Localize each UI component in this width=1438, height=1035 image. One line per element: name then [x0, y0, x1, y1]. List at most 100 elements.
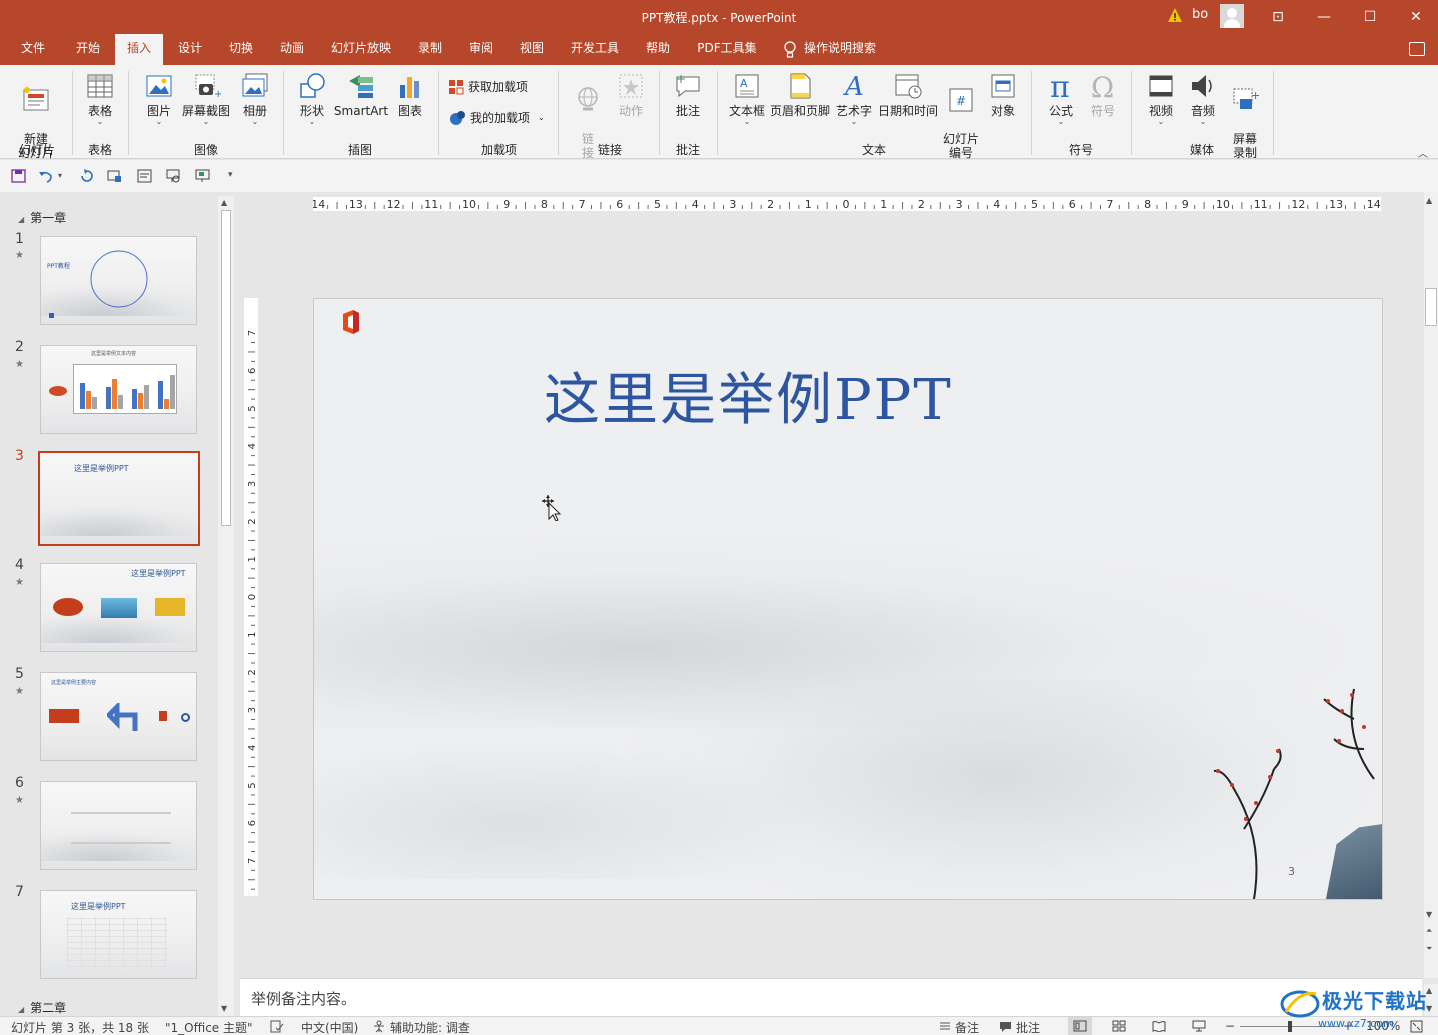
accessibility-status[interactable]: 辅助功能: 调查	[390, 1019, 470, 1035]
screenshot-button[interactable]: + 屏幕截图 ⌄	[180, 71, 232, 126]
scroll-up-arrow-icon[interactable]: ▲	[221, 198, 227, 207]
editor-scrollbar[interactable]: ▲ ▼ ⏶ ⏷	[1424, 192, 1438, 978]
tab-animations[interactable]: 动画	[268, 34, 316, 65]
slide-thumbnail-1[interactable]: PPT教程	[40, 236, 197, 325]
redo-icon[interactable]	[79, 169, 94, 183]
watermark-brand: 极光下载站	[1322, 989, 1427, 1013]
scroll-up-arrow-icon[interactable]: ▲	[1426, 196, 1432, 205]
slide-thumbnail-6[interactable]	[40, 781, 197, 870]
slideshow-view-icon[interactable]	[1192, 1020, 1206, 1032]
table-button[interactable]: 表格 ⌄	[78, 71, 122, 126]
tab-design[interactable]: 设计	[166, 34, 214, 65]
collapse-triangle-icon[interactable]: ◢	[18, 1005, 24, 1014]
slide-canvas[interactable]: 这里是举例PPT 3	[313, 298, 1383, 900]
group-separator	[717, 71, 718, 155]
symbol-button[interactable]: Ω 符号	[1082, 71, 1124, 118]
presenter-icon[interactable]	[166, 169, 181, 183]
tell-me-search[interactable]: 操作说明搜索	[804, 34, 888, 65]
undo-icon[interactable]	[38, 169, 53, 183]
chart-button[interactable]: 图表	[392, 71, 428, 118]
date-time-button[interactable]: 日期和时间	[876, 71, 940, 118]
slide-thumbnail-2[interactable]: 这里是举例文本内容	[40, 345, 197, 434]
textbox-button[interactable]: A 文本框 ⌄	[726, 71, 768, 126]
tab-help[interactable]: 帮助	[634, 34, 682, 65]
accessibility-icon[interactable]	[372, 1020, 386, 1033]
avatar[interactable]	[1220, 4, 1244, 28]
object-button[interactable]: 对象	[984, 71, 1022, 118]
slide-thumbnail-4[interactable]: 这里是举例PPT	[40, 563, 197, 652]
scroll-down-arrow-icon[interactable]: ▼	[221, 1004, 227, 1013]
zoom-out-button[interactable]: −	[1225, 1019, 1235, 1033]
audio-button[interactable]: 音频 ⌄	[1182, 71, 1224, 126]
notes-icon[interactable]	[939, 1021, 951, 1032]
comment-icon[interactable]	[999, 1021, 1012, 1033]
tab-record[interactable]: 录制	[406, 34, 454, 65]
save-icon[interactable]	[11, 169, 26, 183]
tab-pdf-tools[interactable]: PDF工具集	[688, 34, 766, 65]
previous-slide-icon[interactable]: ⏶	[1426, 926, 1432, 936]
comments-toggle-button[interactable]: 批注	[1016, 1019, 1040, 1035]
wordart-button[interactable]: A 艺术字 ⌄	[832, 71, 876, 126]
user-name[interactable]: bo	[1192, 7, 1208, 22]
ruler-tick-label: 9	[1182, 198, 1189, 211]
customize-toolbar-icon[interactable]: ▾	[228, 170, 243, 184]
tab-insert[interactable]: 插入	[115, 34, 163, 65]
tab-view[interactable]: 视图	[508, 34, 556, 65]
my-addins-button[interactable]: 我的加载项 ⌄	[450, 110, 550, 126]
wordart-icon: A	[843, 72, 864, 101]
notes-toggle-button[interactable]: 备注	[955, 1019, 979, 1035]
action-button[interactable]: 动作	[612, 71, 650, 118]
next-slide-icon[interactable]: ⏷	[1426, 944, 1432, 954]
close-button[interactable]: ✕	[1393, 0, 1438, 34]
slide-thumbnail-7[interactable]: 这里是举例PPT	[40, 890, 197, 979]
section-header-2[interactable]: ◢ 第二章	[18, 999, 66, 1016]
fit-to-window-icon[interactable]	[1410, 1020, 1423, 1033]
spelling-check-icon[interactable]	[270, 1020, 284, 1033]
tab-file[interactable]: 文件	[10, 34, 56, 65]
get-addins-button[interactable]: 获取加载项	[448, 79, 548, 95]
mist-background	[314, 739, 814, 879]
video-button[interactable]: 视频 ⌄	[1140, 71, 1182, 126]
tab-transitions[interactable]: 切换	[217, 34, 265, 65]
picture-button[interactable]: 图片 ⌄	[138, 71, 180, 126]
smartart-button[interactable]: SmartArt	[332, 71, 390, 118]
zoom-slider-thumb[interactable]	[1288, 1021, 1292, 1032]
shapes-button[interactable]: 形状 ⌄	[290, 71, 334, 126]
warning-icon[interactable]	[1167, 7, 1183, 23]
comments-pane-icon[interactable]	[1409, 42, 1425, 56]
smartart-icon	[349, 75, 373, 98]
language-status[interactable]: 中文(中国)	[301, 1019, 358, 1035]
slide-sorter-icon[interactable]	[1112, 1020, 1126, 1032]
slide-title[interactable]: 这里是举例PPT	[544, 355, 953, 436]
ribbon-display-button[interactable]: ⊡	[1255, 0, 1301, 34]
notes-pane[interactable]: 举例备注内容。	[240, 978, 1422, 1016]
section-header-1[interactable]: ◢ 第一章	[18, 209, 66, 226]
maximize-button[interactable]: ☐	[1347, 0, 1393, 34]
slide-thumbnail-3[interactable]: 这里是举例PPT	[38, 451, 200, 546]
thumbnail-scrollbar[interactable]: ▲ ▼	[218, 196, 234, 1016]
chevron-down-icon[interactable]: ▾	[58, 171, 73, 185]
photo-album-button[interactable]: 相册 ⌄	[234, 71, 276, 126]
screen-icon[interactable]	[195, 169, 210, 183]
scrollbar-thumb[interactable]	[221, 210, 231, 526]
from-beginning-icon[interactable]	[107, 169, 122, 183]
slide-thumbnail-5[interactable]: 这里是举例主要内容	[40, 672, 197, 761]
ruler-tick-label: 4	[993, 198, 1000, 211]
tab-review[interactable]: 审阅	[457, 34, 505, 65]
scrollbar-thumb[interactable]	[1425, 288, 1437, 326]
scroll-down-arrow-icon[interactable]: ▼	[1426, 910, 1432, 919]
notes-text[interactable]: 举例备注内容。	[251, 988, 356, 1009]
tab-home[interactable]: 开始	[64, 34, 112, 65]
header-footer-button[interactable]: 页眉和页脚	[768, 71, 832, 118]
equation-button[interactable]: π 公式 ⌄	[1040, 71, 1082, 126]
collapse-ribbon-icon[interactable]: ︿	[1418, 145, 1428, 160]
reading-view-icon[interactable]	[1152, 1020, 1166, 1032]
comment-button[interactable]: + 批注	[668, 71, 708, 118]
minimize-button[interactable]: —	[1301, 0, 1347, 34]
tab-slideshow[interactable]: 幻灯片放映	[322, 34, 400, 65]
comment-label: 批注	[675, 104, 700, 118]
collapse-triangle-icon[interactable]: ◢	[18, 215, 24, 224]
group-label-text: 文本	[861, 143, 886, 157]
textbox-quick-icon[interactable]	[137, 169, 152, 183]
tab-developer[interactable]: 开发工具	[562, 34, 628, 65]
